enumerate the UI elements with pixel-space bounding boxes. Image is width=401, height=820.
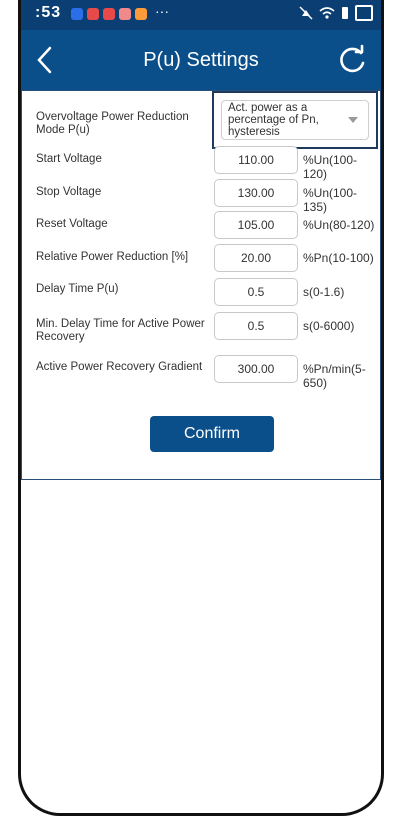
mode-select-value: Act. power as a percentage of Pn, hyster…: [228, 102, 319, 138]
delay-time-label: Delay Time P(u): [36, 283, 119, 295]
power-reduction-input[interactable]: 20.00: [214, 244, 298, 272]
mode-label: Overvoltage Power Reduction Mode P(u): [36, 111, 189, 136]
recovery-gradient-label: Active Power Recovery Gradient: [36, 361, 203, 373]
notification-icon: [135, 8, 147, 20]
start-voltage-input[interactable]: 110.00: [214, 146, 298, 174]
notification-icon: [103, 8, 115, 20]
recovery-gradient-input[interactable]: 300.00: [214, 355, 298, 383]
delay-time-unit: s(0-1.6): [303, 285, 345, 299]
refresh-button[interactable]: [335, 43, 369, 77]
battery-icon: [355, 5, 373, 21]
mute-icon: [299, 6, 313, 20]
delay-time-input[interactable]: 0.5: [214, 278, 298, 306]
stop-voltage-input[interactable]: 130.00: [214, 179, 298, 207]
mode-select[interactable]: Act. power as a percentage of Pn, hyster…: [221, 100, 369, 140]
min-delay-time-label: Min. Delay Time for Active Power Recover…: [36, 318, 205, 343]
recovery-gradient-unit: %Pn/min(5-650): [303, 362, 366, 390]
reset-voltage-unit: %Un(80-120): [303, 218, 375, 232]
confirm-button[interactable]: Confirm: [150, 416, 274, 452]
start-voltage-unit: %Un(100-120): [303, 153, 358, 181]
power-reduction-unit: %Pn(10-100): [303, 251, 374, 265]
more-notifications-icon: ···: [155, 3, 169, 19]
min-delay-time-input[interactable]: 0.5: [214, 312, 298, 340]
reset-voltage-label: Reset Voltage: [36, 218, 108, 230]
phone-frame: :53 ··· P(u) Settings Overvoltage Power …: [18, 0, 384, 816]
stop-voltage-label: Stop Voltage: [36, 186, 102, 198]
notification-icon: [119, 8, 131, 20]
settings-panel: Overvoltage Power Reduction Mode P(u) Ac…: [21, 90, 381, 480]
power-reduction-label: Relative Power Reduction [%]: [36, 251, 189, 263]
min-delay-time-unit: s(0-6000): [303, 319, 355, 333]
notification-icon: [71, 8, 83, 20]
reset-voltage-input[interactable]: 105.00: [214, 211, 298, 239]
notification-icon: [87, 8, 99, 20]
stop-voltage-unit: %Un(100-135): [303, 186, 358, 214]
refresh-icon: [340, 44, 365, 73]
start-voltage-label: Start Voltage: [36, 153, 102, 165]
status-bar: :53 ···: [21, 0, 381, 30]
page-title: P(u) Settings: [143, 49, 259, 71]
wifi-icon: [319, 7, 335, 19]
dropdown-arrow-icon: [348, 117, 358, 123]
signal-icon: [342, 7, 348, 19]
status-time: :53: [35, 4, 62, 21]
status-icons: [299, 5, 373, 21]
app-header: P(u) Settings: [21, 30, 381, 90]
